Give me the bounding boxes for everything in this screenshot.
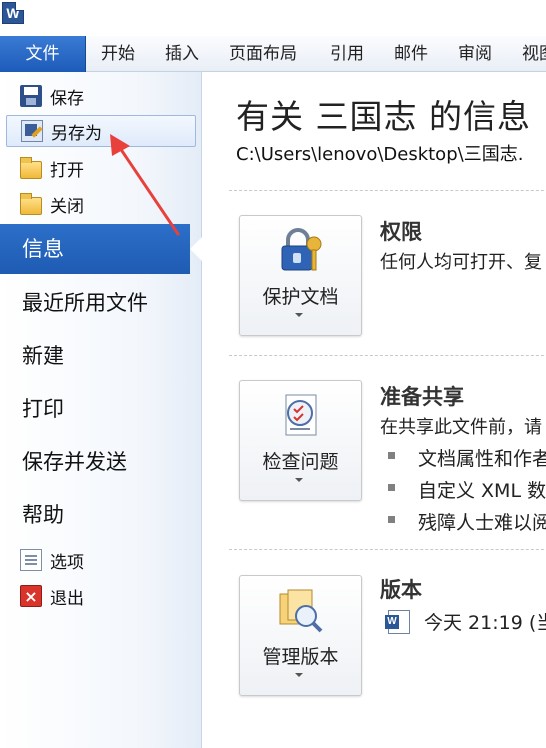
exit-command[interactable]: × 退出 xyxy=(6,580,196,612)
nav-save-send[interactable]: 保存并发送 xyxy=(0,437,202,487)
save-command[interactable]: 保存 xyxy=(6,80,196,112)
tab-review[interactable]: 审阅 xyxy=(458,36,492,72)
tab-page-layout[interactable]: 页面布局 xyxy=(229,36,297,72)
info-panel: 有关 三国志 的信息 C:\Users\lenovo\Desktop\三国志. … xyxy=(203,72,546,748)
nav-recent[interactable]: 最近所用文件 xyxy=(0,278,202,328)
version-entry[interactable]: 今天 21:19 (当 xyxy=(385,608,546,635)
exit-command-label: 退出 xyxy=(50,588,84,609)
page-title: 有关 三国志 的信息 xyxy=(236,97,531,136)
inspect-document-icon xyxy=(285,394,317,436)
dropdown-arrow-icon xyxy=(295,673,303,677)
prepare-sharing-description: 在共享此文件前，请 xyxy=(380,417,542,438)
close-folder-icon xyxy=(20,193,42,215)
version-entry-label: 今天 21:19 (当 xyxy=(424,612,546,634)
ribbon-tabs: 文件 开始 插入 页面布局 引用 邮件 审阅 视图 xyxy=(0,36,546,72)
protect-document-label: 保护文档 xyxy=(262,286,339,308)
nav-help[interactable]: 帮助 xyxy=(0,490,202,540)
list-item-text: 残障人士难以阅 xyxy=(418,512,546,534)
dropdown-arrow-icon xyxy=(295,478,303,482)
nav-print[interactable]: 打印 xyxy=(0,384,202,434)
save-as-icon xyxy=(21,120,43,142)
check-issues-button[interactable]: 检查问题 xyxy=(239,380,362,501)
word-app-icon[interactable]: W xyxy=(2,2,24,24)
tab-file[interactable]: 文件 xyxy=(0,36,86,72)
options-command-label: 选项 xyxy=(50,552,84,573)
permissions-title: 权限 xyxy=(380,220,422,244)
file-path: C:\Users\lenovo\Desktop\三国志. xyxy=(236,144,524,165)
tab-home[interactable]: 开始 xyxy=(101,36,135,72)
prepare-sharing-title: 准备共享 xyxy=(380,385,464,409)
manage-versions-button[interactable]: 管理版本 xyxy=(239,575,362,696)
nav-new[interactable]: 新建 xyxy=(0,331,202,381)
check-issues-label: 检查问题 xyxy=(262,451,339,473)
list-item-text: 文档属性和作者 xyxy=(418,448,546,470)
options-command[interactable]: 选项 xyxy=(6,544,196,576)
versions-title: 版本 xyxy=(380,578,422,602)
lock-key-icon xyxy=(281,228,322,271)
save-command-label: 保存 xyxy=(50,88,84,109)
options-icon xyxy=(20,549,42,571)
save-as-command-label: 另存为 xyxy=(51,123,102,144)
section-divider xyxy=(229,355,546,356)
list-item: 自定义 XML 数 xyxy=(388,476,546,503)
exit-icon: × xyxy=(20,585,42,607)
tab-view[interactable]: 视图 xyxy=(522,36,546,72)
word-document-icon xyxy=(385,609,410,634)
tab-mailings[interactable]: 邮件 xyxy=(394,36,428,72)
permissions-description: 任何人均可打开、复 xyxy=(380,252,542,273)
tab-insert[interactable]: 插入 xyxy=(165,36,199,72)
close-command-label: 关闭 xyxy=(50,196,84,217)
section-divider xyxy=(229,549,546,550)
title-bar: W xyxy=(0,0,546,36)
annotation-arrow xyxy=(110,134,180,236)
list-item: 残障人士难以阅 xyxy=(388,508,546,535)
dropdown-arrow-icon xyxy=(295,313,303,317)
open-folder-icon xyxy=(20,157,42,179)
tab-references[interactable]: 引用 xyxy=(330,36,364,72)
list-item: 文档属性和作者 xyxy=(388,444,546,471)
open-command-label: 打开 xyxy=(50,160,84,181)
manage-versions-label: 管理版本 xyxy=(262,646,339,668)
versions-icon xyxy=(279,589,323,633)
save-icon xyxy=(20,85,42,107)
protect-document-button[interactable]: 保护文档 xyxy=(239,215,362,336)
word-icon-letter: W xyxy=(6,5,20,21)
list-item-text: 自定义 XML 数 xyxy=(418,480,546,502)
section-divider xyxy=(229,190,546,191)
